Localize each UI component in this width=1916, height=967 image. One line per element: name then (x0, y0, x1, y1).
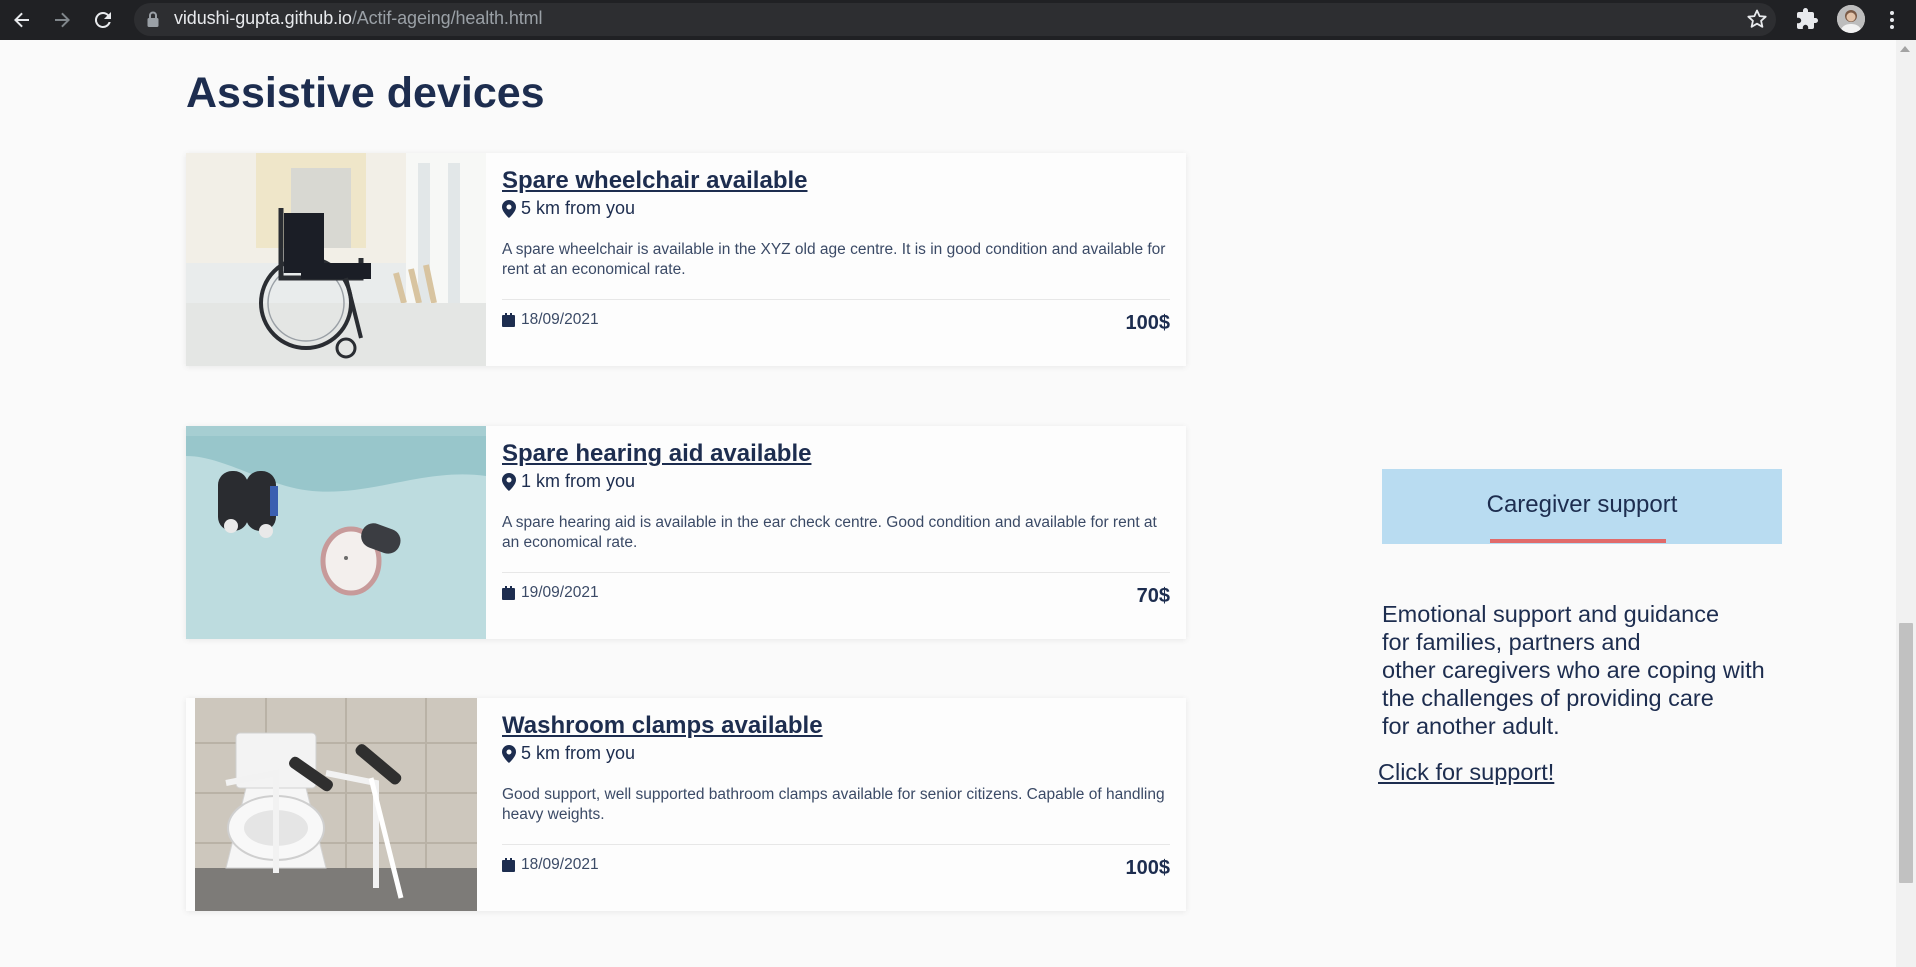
date-text: 19/09/2021 (521, 584, 599, 601)
calendar-icon (502, 313, 515, 327)
caregiver-support-header: Caregiver support (1382, 469, 1782, 544)
star-icon[interactable] (1745, 7, 1769, 31)
avatar[interactable] (1837, 5, 1865, 33)
section-title: Assistive devices (186, 69, 545, 117)
card-title-link[interactable]: Spare wheelchair available (502, 167, 808, 195)
card-distance: 1 km from you (502, 471, 635, 492)
card-description: A spare wheelchair is available in the X… (502, 241, 1166, 278)
support-line: for families, partners and (1382, 629, 1641, 655)
device-card: Spare wheelchair available 5 km from you… (186, 153, 1186, 366)
card-price: 70$ (1136, 585, 1170, 607)
calendar-icon (502, 858, 515, 872)
card-date: 18/09/2021 (502, 311, 599, 329)
card-price: 100$ (1125, 312, 1171, 334)
card-content: Washroom clamps available 5 km from you … (502, 698, 1170, 911)
caregiver-support-description: Emotional support and guidance for famil… (1382, 600, 1782, 740)
card-price: 100$ (1125, 857, 1171, 879)
card-content: Spare wheelchair available 5 km from you… (502, 153, 1170, 366)
support-line: the challenges of providing care (1382, 685, 1714, 711)
url-text[interactable]: vidushi-gupta.github.io/Actif-ageing/hea… (174, 8, 543, 29)
calendar-icon (502, 586, 515, 600)
kebab-menu-icon[interactable] (1880, 8, 1904, 32)
card-content: Spare hearing aid available 1 km from yo… (502, 426, 1170, 639)
card-date: 19/09/2021 (502, 584, 599, 602)
back-arrow-icon[interactable] (6, 4, 38, 36)
date-text: 18/09/2021 (521, 856, 599, 873)
card-title-link[interactable]: Washroom clamps available (502, 712, 823, 740)
url-path: /Actif-ageing/health.html (351, 8, 543, 28)
card-divider (502, 572, 1170, 573)
map-pin-icon (502, 744, 516, 763)
lock-icon (147, 11, 159, 27)
date-text: 18/09/2021 (521, 311, 599, 328)
bathroom-clamps-photo (186, 698, 486, 911)
url-host: vidushi-gupta.github.io (174, 8, 352, 28)
title-accent-underline (1490, 539, 1666, 543)
card-distance: 5 km from you (502, 743, 635, 764)
support-line: for another adult. (1382, 713, 1560, 739)
forward-arrow-icon[interactable] (46, 4, 78, 36)
card-title-link[interactable]: Spare hearing aid available (502, 440, 811, 468)
browser-toolbar: vidushi-gupta.github.io/Actif-ageing/hea… (0, 0, 1916, 40)
device-card: Washroom clamps available 5 km from you … (186, 698, 1186, 911)
click-for-support-link[interactable]: Click for support! (1378, 759, 1554, 786)
card-distance: 5 km from you (502, 198, 635, 219)
wheelchair-photo (186, 153, 486, 366)
device-card: Spare hearing aid available 1 km from yo… (186, 426, 1186, 639)
reload-icon[interactable] (87, 4, 119, 36)
distance-text: 5 km from you (521, 198, 636, 218)
card-description: A spare hearing aid is available in the … (502, 514, 1157, 551)
caregiver-support-title: Caregiver support (1486, 491, 1678, 518)
scroll-up-arrow-icon[interactable] (1900, 46, 1910, 52)
scrollbar-thumb[interactable] (1899, 623, 1913, 883)
map-pin-icon (502, 472, 516, 491)
card-divider (502, 844, 1170, 845)
hearing-aid-photo (186, 426, 486, 639)
support-line: other caregivers who are coping with (1382, 657, 1765, 683)
card-date: 18/09/2021 (502, 856, 599, 874)
distance-text: 1 km from you (521, 471, 636, 491)
map-pin-icon (502, 199, 516, 218)
card-divider (502, 299, 1170, 300)
card-description: Good support, well supported bathroom cl… (502, 786, 1165, 823)
distance-text: 5 km from you (521, 743, 636, 763)
puzzle-icon[interactable] (1795, 7, 1819, 31)
support-line: Emotional support and guidance (1382, 601, 1720, 627)
